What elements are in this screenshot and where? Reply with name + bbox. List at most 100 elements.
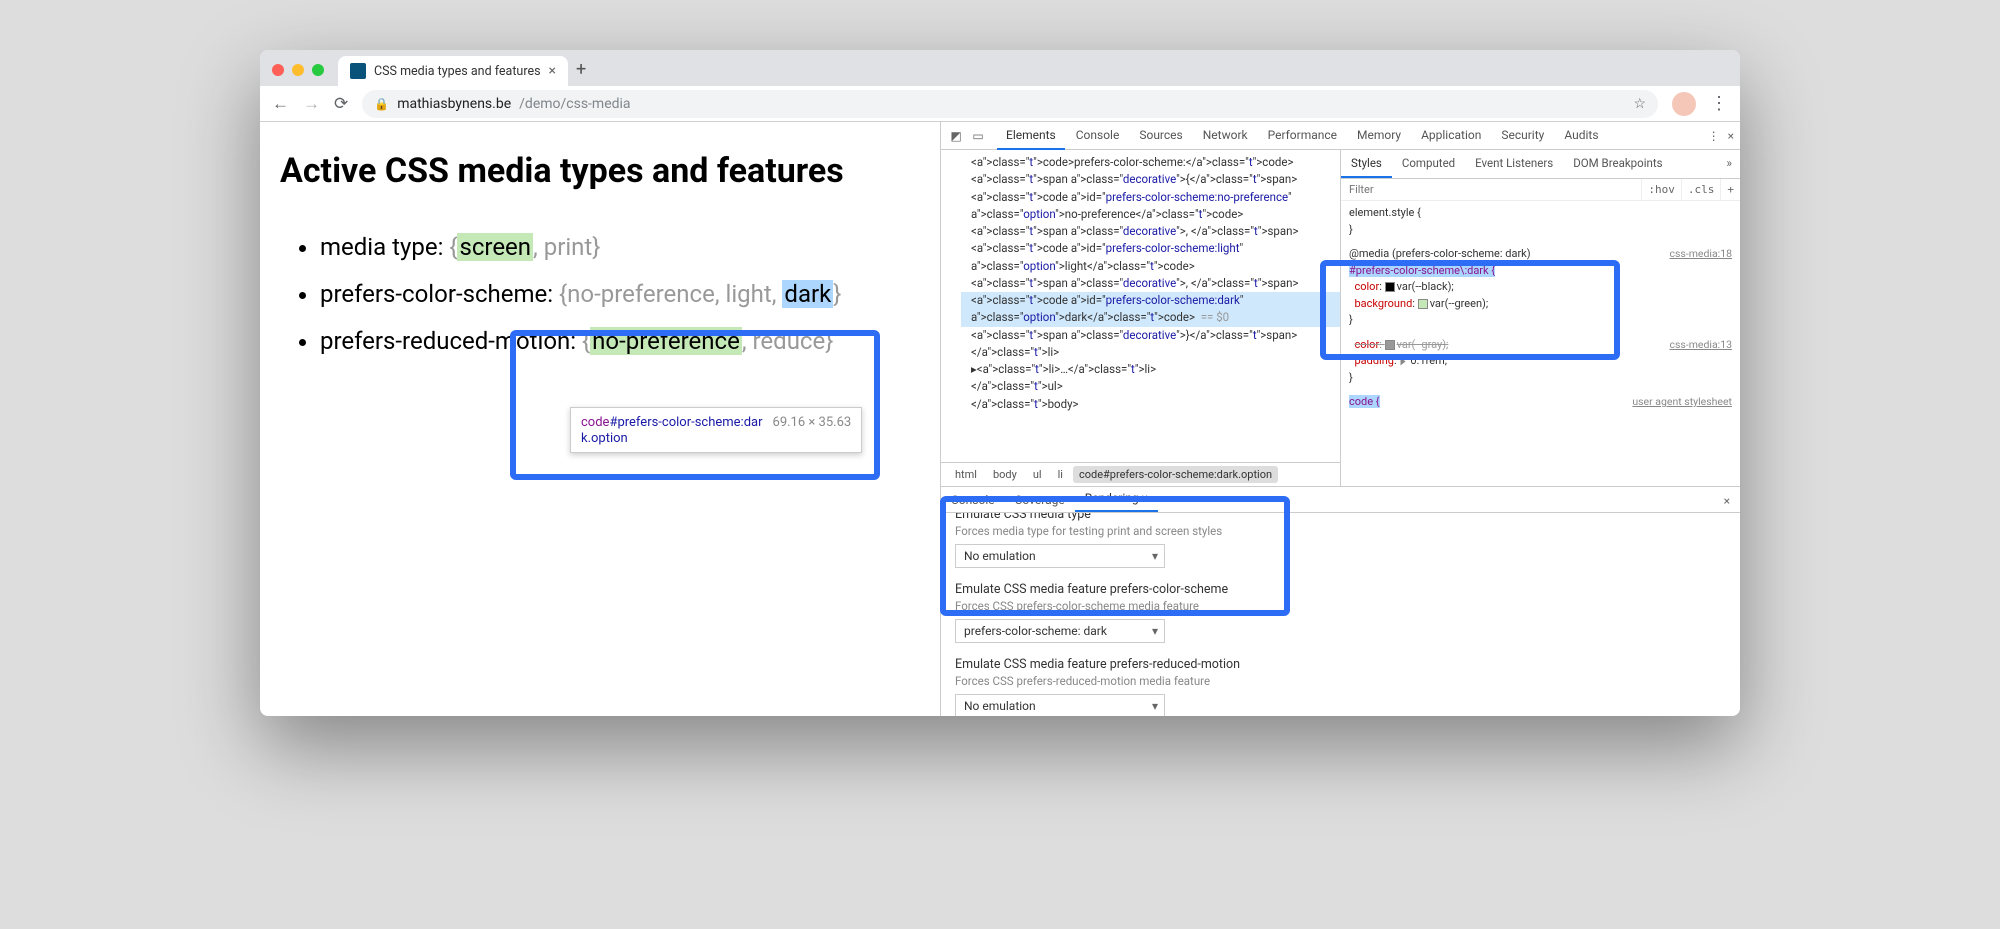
traffic-lights (272, 64, 324, 76)
option: reduce (753, 327, 826, 355)
styles-pane: StylesComputedEvent ListenersDOM Breakpo… (1340, 150, 1740, 486)
styles-tab[interactable]: Computed (1392, 150, 1465, 178)
devtools-toolbar: ◩ ▭ ElementsConsoleSourcesNetworkPerform… (941, 122, 1740, 150)
style-rule[interactable]: css-media:13 color: var(--gray); padding… (1349, 337, 1732, 387)
option: no-preference (567, 280, 715, 308)
bookmark-icon[interactable]: ☆ (1633, 96, 1646, 112)
devtools-close-icon[interactable]: × (1728, 129, 1734, 143)
drawer-tab[interactable]: Rendering × (1075, 486, 1158, 512)
section-title: Emulate CSS media feature prefers-reduce… (955, 657, 1726, 672)
devtools-drawer: ConsoleCoverageRendering ×× Emulate CSS … (941, 486, 1740, 716)
style-rule[interactable]: user agent stylesheetcode { (1349, 394, 1732, 411)
page-heading: Active CSS media types and features (280, 148, 920, 196)
emulation-select[interactable]: No emulation (955, 544, 1165, 568)
devtools-tab[interactable]: Security (1492, 122, 1553, 150)
devtools-tab[interactable]: Audits (1555, 122, 1607, 150)
browser-window: CSS media types and features × + ← → ⟳ 🔒… (260, 50, 1740, 716)
devtools-tab[interactable]: Network (1194, 122, 1257, 150)
media-list-item: prefers-reduced-motion: {no-preference, … (320, 320, 920, 363)
browser-tab[interactable]: CSS media types and features × (338, 56, 568, 86)
style-rule[interactable]: element.style {} (1349, 205, 1732, 238)
emulation-select[interactable]: prefers-color-scheme: dark (955, 619, 1165, 643)
close-window-icon[interactable] (272, 64, 284, 76)
profile-avatar[interactable] (1672, 92, 1696, 116)
emulation-select[interactable]: No emulation (955, 694, 1165, 716)
dom-node[interactable]: <a">class="t">code a">id="prefers-color-… (961, 292, 1340, 327)
tooltip-selector: code (581, 415, 609, 430)
maximize-window-icon[interactable] (312, 64, 324, 76)
dom-node[interactable]: <a">class="t">span a">class="decorative"… (961, 171, 1340, 188)
dom-node[interactable]: </a">class="t">body> (961, 396, 1340, 413)
favicon-icon (350, 63, 366, 79)
dom-node[interactable]: <a">class="t">span a">class="decorative"… (961, 223, 1340, 240)
breadcrumb-item[interactable]: ul (1027, 466, 1048, 483)
styles-more-icon[interactable]: » (1718, 150, 1740, 178)
rendering-section: Emulate CSS media feature prefers-reduce… (955, 657, 1726, 716)
devtools-more-icon[interactable]: ⋮ (1708, 129, 1720, 143)
devtools-panel: ◩ ▭ ElementsConsoleSourcesNetworkPerform… (940, 122, 1740, 716)
breadcrumb-item[interactable]: li (1052, 466, 1069, 483)
styles-tab[interactable]: Styles (1341, 150, 1392, 178)
devtools-tab[interactable]: Performance (1259, 122, 1346, 150)
dom-node[interactable]: <a">class="t">code a">id="prefers-color-… (961, 189, 1340, 224)
drawer-close-icon[interactable]: × (1714, 490, 1740, 512)
dom-node[interactable]: </a">class="t">ul> (961, 378, 1340, 395)
browser-menu-icon[interactable]: ⋮ (1710, 93, 1728, 114)
style-rules[interactable]: element.style {} css-media:18@media (pref… (1341, 201, 1740, 423)
style-rule[interactable]: css-media:18@media (prefers-color-scheme… (1349, 246, 1732, 329)
styles-tab[interactable]: Event Listeners (1465, 150, 1563, 178)
devtools-tab[interactable]: Console (1067, 122, 1129, 150)
section-subtitle: Forces CSS prefers-color-scheme media fe… (955, 599, 1726, 613)
devtools-tabs: ElementsConsoleSourcesNetworkPerformance… (997, 122, 1608, 150)
breadcrumb-item[interactable]: html (949, 466, 983, 483)
cls-toggle[interactable]: .cls (1681, 179, 1721, 200)
reload-icon[interactable]: ⟳ (334, 94, 348, 114)
dom-tree[interactable]: <a">class="t">code>prefers-color-scheme:… (941, 150, 1340, 462)
drawer-tab[interactable]: Console (941, 488, 1005, 512)
breadcrumb-item[interactable]: body (987, 466, 1023, 483)
styles-tab[interactable]: DOM Breakpoints (1563, 150, 1672, 178)
back-icon[interactable]: ← (272, 94, 289, 114)
rendering-panel: Emulate CSS media type Forces media type… (941, 513, 1740, 716)
section-subtitle: Forces CSS prefers-reduced-motion media … (955, 674, 1726, 688)
active-option: no-preference (590, 327, 742, 355)
lock-icon: 🔒 (374, 97, 389, 111)
tab-close-icon[interactable]: × (549, 63, 556, 79)
breadcrumb-trail: htmlbodyullicode#prefers-color-scheme:da… (941, 462, 1340, 486)
dom-node[interactable]: ▸<a">class="t">li>…</a">class="t">li> (961, 361, 1340, 378)
section-title: Emulate CSS media type (955, 513, 1726, 522)
tab-title: CSS media types and features (374, 64, 541, 79)
titlebar: CSS media types and features × + (260, 50, 1740, 86)
dom-node[interactable]: <a">class="t">code>prefers-color-scheme:… (961, 154, 1340, 171)
url-host: mathiasbynens.be (397, 96, 511, 112)
dom-node[interactable]: <a">class="t">span a">class="decorative"… (961, 275, 1340, 292)
devtools-tab[interactable]: Application (1412, 122, 1490, 150)
inspect-icon[interactable]: ◩ (947, 129, 965, 143)
close-icon[interactable]: × (1142, 491, 1148, 505)
section-title: Emulate CSS media feature prefers-color-… (955, 582, 1726, 597)
section-subtitle: Forces media type for testing print and … (955, 524, 1726, 538)
hov-toggle[interactable]: :hov (1641, 179, 1681, 200)
device-toolbar-icon[interactable]: ▭ (969, 129, 987, 143)
active-option: dark (782, 280, 833, 308)
dom-node[interactable]: </a">class="t">li> (961, 344, 1340, 361)
dom-node[interactable]: <a">class="t">code a">id="prefers-color-… (961, 240, 1340, 275)
minimize-window-icon[interactable] (292, 64, 304, 76)
option: print (544, 233, 593, 261)
new-tab-button[interactable]: + (576, 59, 586, 80)
media-list-item: prefers-color-scheme: {no-preference, li… (320, 273, 920, 316)
forward-icon[interactable]: → (303, 94, 320, 114)
url-path: /demo/css-media (519, 96, 630, 112)
active-option: screen (457, 233, 533, 261)
styles-filter-input[interactable] (1341, 179, 1641, 200)
dom-node[interactable]: <a">class="t">span a">class="decorative"… (961, 327, 1340, 344)
page-content: Active CSS media types and features medi… (260, 122, 940, 716)
devtools-tab[interactable]: Sources (1130, 122, 1191, 150)
add-rule-button[interactable]: + (1720, 179, 1740, 200)
devtools-tab[interactable]: Elements (997, 122, 1065, 150)
breadcrumb-item[interactable]: code#prefers-color-scheme:dark.option (1073, 466, 1278, 483)
address-bar[interactable]: 🔒 mathiasbynens.be/demo/css-media ☆ (362, 90, 1658, 118)
devtools-tab[interactable]: Memory (1348, 122, 1410, 150)
drawer-tab[interactable]: Coverage (1005, 488, 1075, 512)
url-bar: ← → ⟳ 🔒 mathiasbynens.be/demo/css-media … (260, 86, 1740, 122)
